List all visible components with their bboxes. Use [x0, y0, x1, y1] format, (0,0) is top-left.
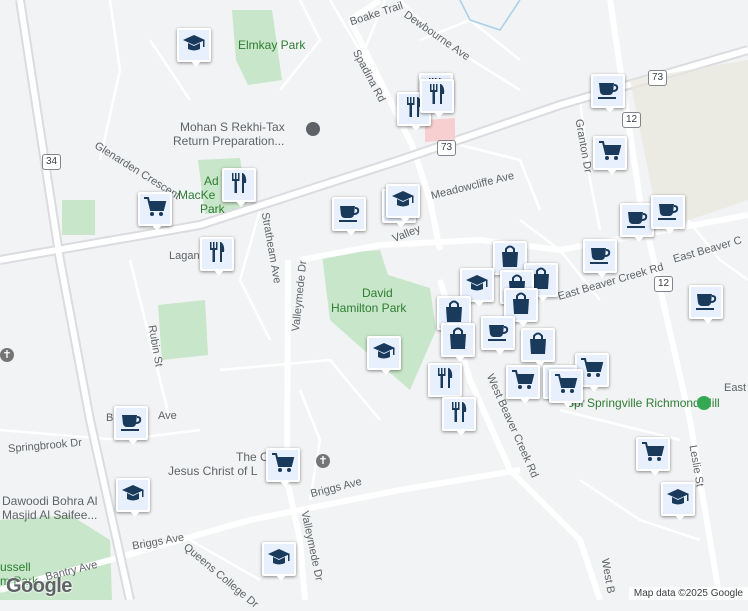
restaurant-icon: [432, 365, 458, 396]
poi-label-mohan-1: Mohan S Rekhi-Tax: [180, 120, 285, 134]
cafe-icon: [693, 287, 719, 318]
restaurant-icon: [204, 239, 230, 270]
grocery-icon: [640, 439, 666, 470]
grocery-icon: [510, 367, 536, 398]
road-label-b: B: [106, 412, 114, 424]
church-icon: ✝: [316, 454, 330, 468]
road-label-east-fragment: East: [724, 382, 747, 394]
cafe-icon: [587, 241, 613, 272]
restaurant-icon: [424, 81, 450, 112]
highway-12-shield-mid: 12: [654, 276, 674, 292]
shopping-icon: [525, 330, 551, 361]
school-icon: [120, 480, 146, 511]
cafe-icon: [118, 408, 144, 439]
map-marker-shopping[interactable]: [521, 328, 555, 367]
poi-label-dawoodi-2: Masjid Al Saifee...: [2, 508, 98, 522]
poi-label-dawoodi-1: Dawoodi Bohra Al: [2, 494, 98, 508]
park-green-left: [62, 200, 95, 235]
map-marker-cafe[interactable]: [591, 74, 625, 113]
tax-office-icon: [306, 122, 320, 136]
school-icon: [181, 30, 207, 61]
map-marker-grocery[interactable]: [506, 365, 540, 404]
map-marker-grocery[interactable]: [266, 448, 300, 487]
road-label-ave-fragment: Ave: [158, 410, 177, 422]
map-marker-school[interactable]: [262, 542, 296, 581]
map-marker-cafe[interactable]: [689, 285, 723, 324]
poi-label-church-2: Jesus Christ of L: [168, 464, 258, 478]
park-label-david-hamilton-2: Hamilton Park: [331, 301, 407, 315]
creek: [459, 0, 521, 31]
map-marker-school[interactable]: [661, 482, 695, 521]
highway-73-shield-mid: 73: [437, 140, 457, 156]
grocery-icon: [597, 138, 623, 169]
map-marker-cafe[interactable]: [583, 239, 617, 278]
restaurant-icon: [446, 399, 472, 430]
map-marker-school[interactable]: [367, 336, 401, 375]
attribution-text[interactable]: Map data ©2025 Google: [628, 587, 748, 600]
map-marker-grocery[interactable]: [138, 192, 172, 231]
map-marker-school[interactable]: [177, 28, 211, 67]
grocery-icon: [142, 194, 168, 225]
grocery-icon: [553, 371, 579, 402]
map-marker-grocery[interactable]: [636, 437, 670, 476]
map-marker-cafe[interactable]: [332, 197, 366, 236]
map-marker-restaurant[interactable]: [442, 397, 476, 436]
school-icon: [371, 338, 397, 369]
park-label-russell-1: ussell: [0, 560, 31, 574]
park-label-elmkay: Elmkay Park: [238, 38, 306, 52]
map-marker-restaurant[interactable]: [200, 237, 234, 276]
map-marker-restaurant[interactable]: [222, 168, 256, 207]
cafe-icon: [624, 205, 650, 236]
highway-34-shield: 34: [42, 154, 62, 170]
park-label-david-hamilton-1: David: [362, 286, 393, 300]
shopping-icon: [445, 325, 471, 356]
school-icon: [266, 544, 292, 575]
map-marker-school[interactable]: [386, 184, 420, 223]
google-logo: Google: [6, 575, 72, 597]
cafe-icon: [336, 199, 362, 230]
school-icon: [665, 484, 691, 515]
map-marker-cafe[interactable]: [114, 406, 148, 445]
road-label-lagan: Lagan: [169, 250, 200, 262]
park-label-adams-3: Park: [200, 202, 225, 216]
park-label-adams-2: MacKe: [178, 188, 216, 202]
map-marker-cafe[interactable]: [651, 195, 685, 234]
park-label-adams-1: Ad: [204, 174, 219, 188]
map-marker-restaurant[interactable]: [428, 363, 462, 402]
cafe-icon: [485, 318, 511, 349]
map-marker-grocery[interactable]: [593, 136, 627, 175]
map-marker-shopping[interactable]: [441, 323, 475, 362]
map-canvas[interactable]: 34 73 73 12 12 Boake Trail Dewbourne Ave…: [0, 0, 748, 611]
map-marker-restaurant[interactable]: [420, 79, 454, 118]
map-marker-school[interactable]: [116, 478, 150, 517]
map-marker-grocery[interactable]: [549, 369, 583, 408]
highway-73-shield: 73: [648, 70, 668, 86]
grocery-icon: [270, 450, 296, 481]
park-rubin: [158, 300, 208, 360]
cafe-icon: [655, 197, 681, 228]
highway-12-shield: 12: [622, 112, 642, 128]
poi-label-mohan-2: Return Preparation...: [173, 134, 285, 148]
restaurant-icon: [226, 170, 252, 201]
church-icon-left: ✝: [0, 348, 14, 362]
cafe-icon: [595, 76, 621, 107]
shopping-icon: [497, 243, 523, 274]
map-marker-cafe[interactable]: [620, 203, 654, 242]
map-marker-cafe[interactable]: [481, 316, 515, 355]
park-pin-icon: [697, 396, 711, 410]
school-icon: [390, 186, 416, 217]
